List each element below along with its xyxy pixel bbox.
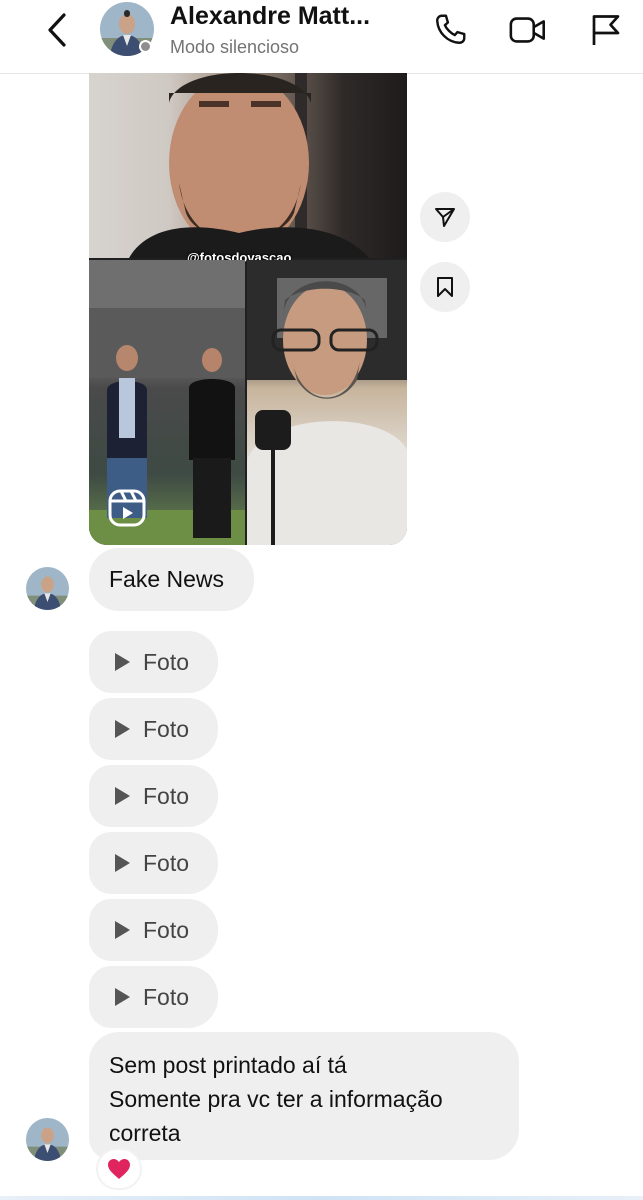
back-button[interactable] bbox=[40, 10, 74, 50]
report-button[interactable] bbox=[586, 10, 626, 50]
photo-label: Foto bbox=[143, 648, 190, 675]
photo-message[interactable]: Foto bbox=[89, 631, 218, 693]
photo-message[interactable]: Foto bbox=[89, 765, 218, 827]
photo-label: Foto bbox=[143, 983, 190, 1010]
photo-label: Foto bbox=[143, 715, 190, 742]
phone-icon bbox=[436, 14, 466, 44]
heart-reaction[interactable] bbox=[96, 1148, 142, 1190]
heart-icon bbox=[108, 1159, 130, 1179]
photo-message[interactable]: Foto bbox=[89, 698, 218, 760]
avatar-image bbox=[26, 1118, 69, 1161]
photo-label: Foto bbox=[143, 916, 190, 943]
shared-reel[interactable]: @fotosdovascao bbox=[89, 73, 407, 545]
photo-label: Foto bbox=[143, 782, 190, 809]
message-line: correta bbox=[109, 1120, 181, 1146]
message-line: Somente pra vc ter a informação bbox=[109, 1086, 443, 1112]
reel-top-image bbox=[89, 73, 407, 258]
play-icon bbox=[115, 653, 130, 671]
composer-edge bbox=[0, 1196, 643, 1200]
play-icon bbox=[115, 787, 130, 805]
message-bubble[interactable]: Sem post printado aí tá Somente pra vc t… bbox=[89, 1032, 519, 1160]
contact-name[interactable]: Alexandre Matt... bbox=[170, 2, 395, 31]
video-camera-icon bbox=[509, 17, 545, 43]
chat-header: Alexandre Matt... Modo silencioso bbox=[0, 0, 643, 74]
play-icon bbox=[115, 720, 130, 738]
contact-status: Modo silencioso bbox=[170, 37, 300, 57]
call-button[interactable] bbox=[430, 10, 470, 50]
reels-icon bbox=[107, 488, 147, 528]
play-icon bbox=[115, 854, 130, 872]
sender-avatar[interactable] bbox=[26, 567, 69, 610]
chat-screen: Alexandre Matt... Modo silencioso @fotos… bbox=[0, 0, 643, 1200]
flag-icon bbox=[592, 15, 620, 45]
play-icon bbox=[115, 988, 130, 1006]
send-icon bbox=[435, 208, 455, 227]
photo-message[interactable]: Foto bbox=[89, 832, 218, 894]
message-bubble[interactable]: Fake News bbox=[89, 548, 254, 611]
bookmark-icon bbox=[437, 277, 453, 297]
status-indicator bbox=[139, 40, 152, 53]
photo-message[interactable]: Foto bbox=[89, 899, 218, 961]
photo-label: Foto bbox=[143, 849, 190, 876]
sender-avatar[interactable] bbox=[26, 1118, 69, 1161]
chevron-left-icon bbox=[48, 13, 66, 47]
save-reel-button[interactable] bbox=[420, 262, 470, 312]
photo-message[interactable]: Foto bbox=[89, 966, 218, 1028]
video-call-button[interactable] bbox=[508, 10, 548, 50]
message-text: Fake News bbox=[109, 566, 225, 592]
reel-right-image bbox=[247, 260, 407, 545]
play-icon bbox=[115, 921, 130, 939]
avatar-image bbox=[26, 567, 69, 610]
message-line: Sem post printado aí tá bbox=[109, 1052, 347, 1078]
share-reel-button[interactable] bbox=[420, 192, 470, 242]
